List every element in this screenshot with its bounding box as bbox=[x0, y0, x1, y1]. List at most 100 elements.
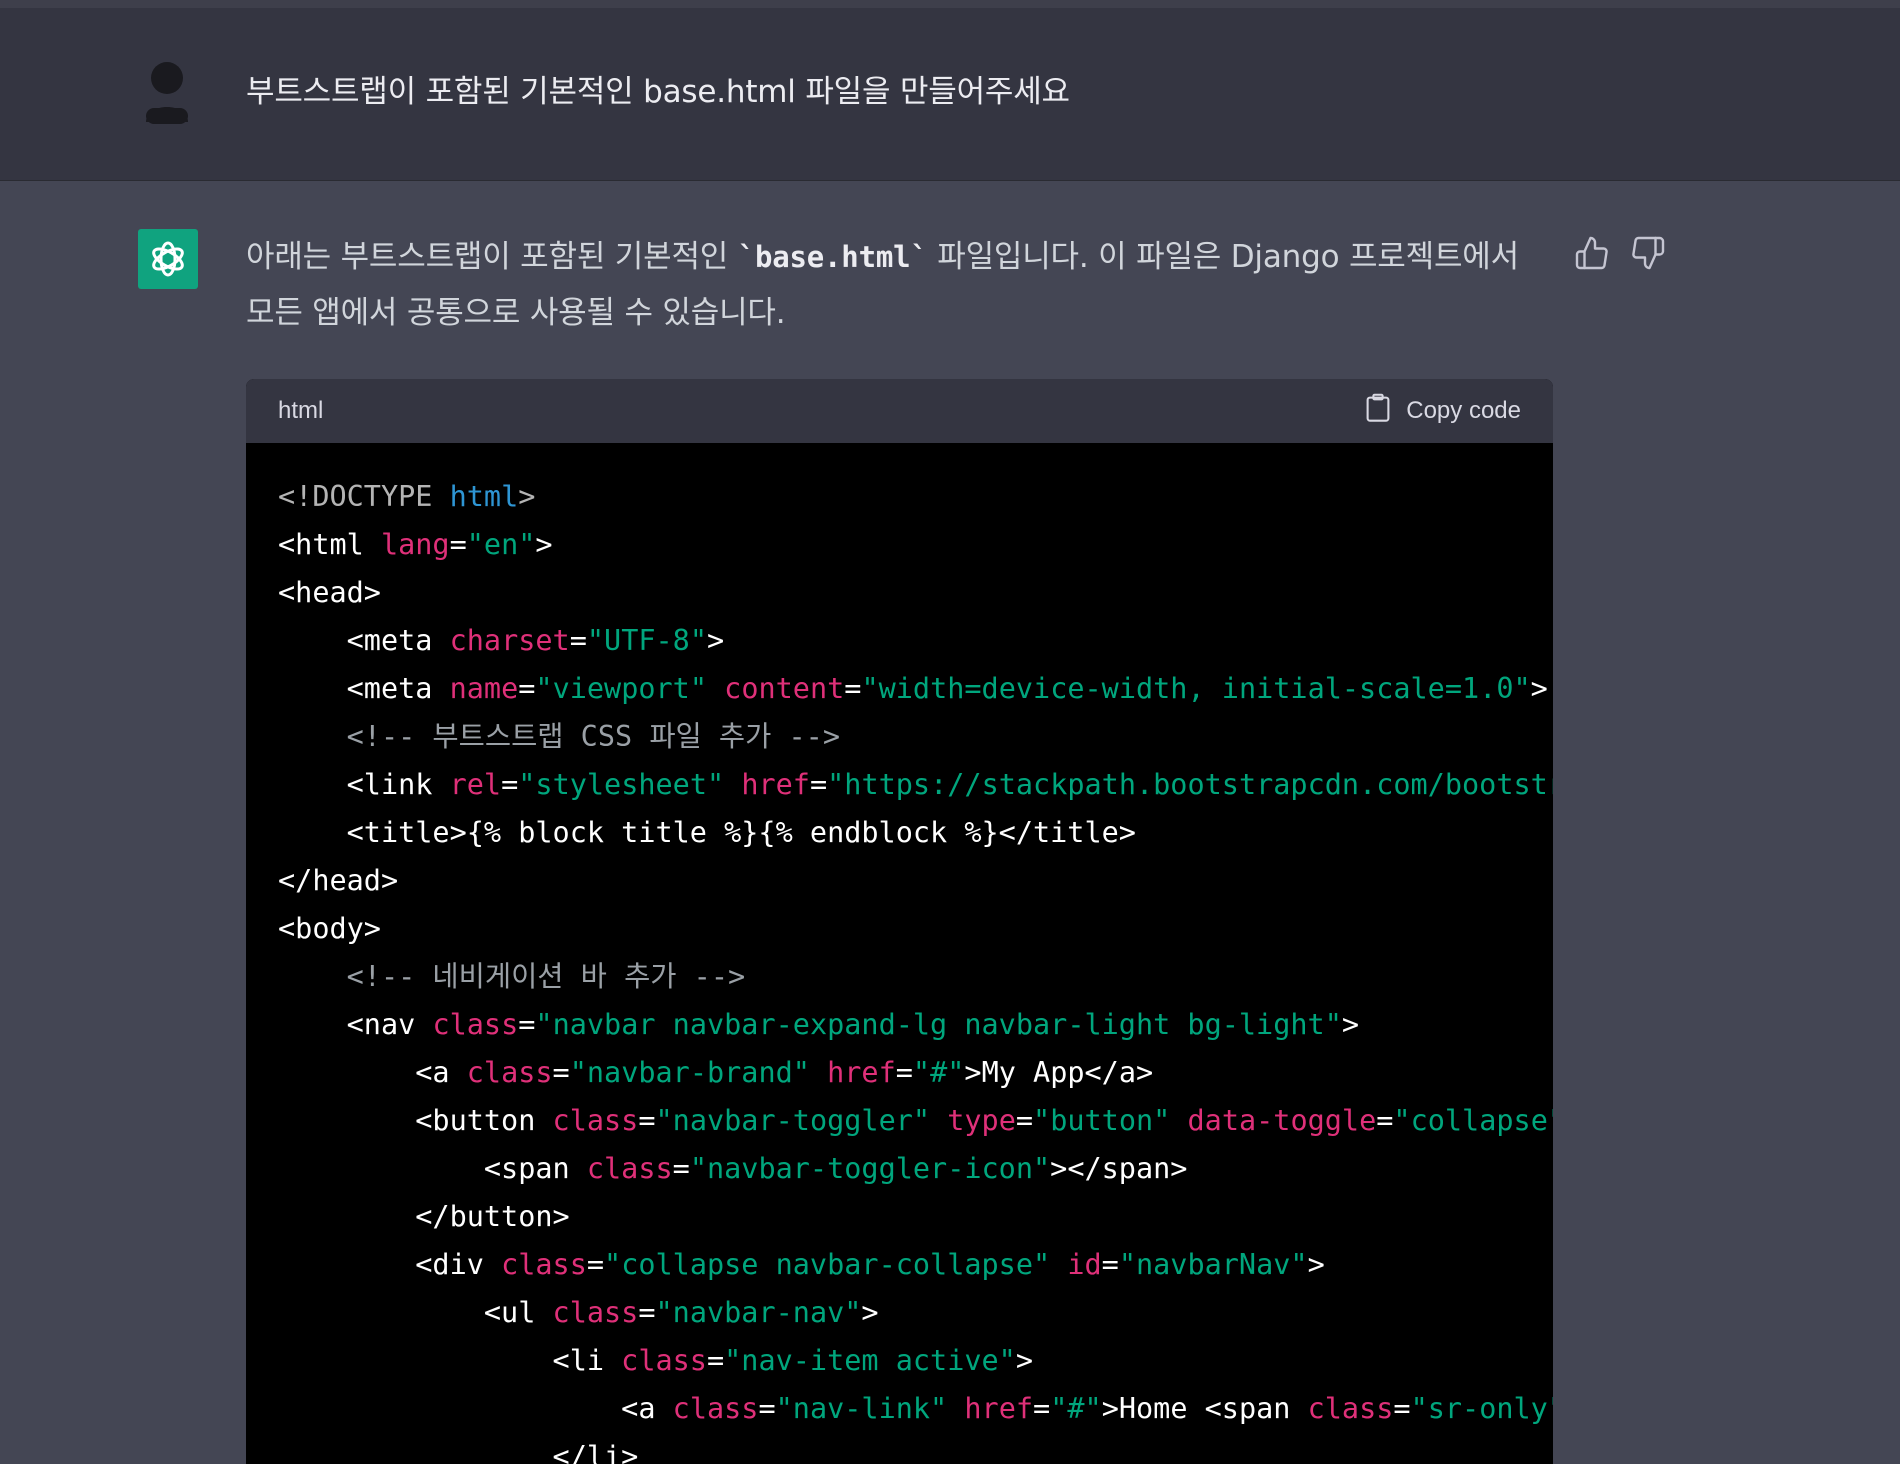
top-border-bar bbox=[0, 0, 1900, 8]
code-token-text: </head> bbox=[278, 864, 399, 897]
code-token-str: "navbar-toggler-icon" bbox=[689, 1152, 1051, 1185]
code-token-attr: class bbox=[672, 1392, 759, 1425]
code-block: html Copy code <!DOCTYPE html> <html lang… bbox=[246, 379, 1553, 1464]
code-token-text: <link bbox=[278, 768, 450, 801]
thumbs-down-icon[interactable] bbox=[1630, 235, 1666, 271]
user-avatar-icon bbox=[144, 60, 190, 124]
user-message-row: 부트스트랩이 포함된 기본적인 base.html 파일을 만들어주세요 bbox=[0, 8, 1900, 181]
code-block-header: html Copy code bbox=[246, 379, 1553, 443]
code-token-text: > bbox=[1015, 1344, 1034, 1377]
code-token-text: <span bbox=[278, 1152, 587, 1185]
code-line: </button> bbox=[278, 1193, 1521, 1241]
code-line: <meta name="viewport" content="width=dev… bbox=[278, 665, 1548, 713]
code-token-attr: class bbox=[621, 1344, 707, 1377]
code-token-text: >Home <span bbox=[1101, 1392, 1308, 1425]
code-token-text: = bbox=[449, 528, 467, 561]
code-token-text: <button bbox=[278, 1104, 553, 1137]
code-token-str: "nav-link" bbox=[775, 1392, 948, 1425]
code-line: </li> bbox=[278, 1433, 1521, 1464]
code-token-str: "navbarNav" bbox=[1118, 1248, 1308, 1281]
code-token-str: "navbar navbar-expand-lg navbar-light bg… bbox=[535, 1008, 1342, 1041]
code-token-text: <div bbox=[278, 1248, 502, 1281]
code-token-comment: <!-- 네비게이션 바 추가 --> bbox=[278, 960, 746, 993]
code-token-attr: charset bbox=[449, 624, 570, 657]
code-token-text: <meta bbox=[278, 672, 450, 705]
code-token-text: = bbox=[1101, 1248, 1119, 1281]
code-token-text: = bbox=[895, 1056, 913, 1089]
code-line: <ul class="navbar-nav"> bbox=[278, 1289, 1521, 1337]
code-token-str: "collapse" bbox=[1393, 1104, 1553, 1137]
code-line: <!-- 부트스트랩 CSS 파일 추가 --> bbox=[278, 713, 1521, 761]
code-language-label: html bbox=[278, 397, 324, 424]
code-token-text: = bbox=[1015, 1104, 1034, 1137]
code-token-attr: class bbox=[552, 1296, 639, 1329]
copy-code-label: Copy code bbox=[1406, 397, 1521, 424]
code-token-text: = bbox=[638, 1104, 656, 1137]
code-token-str: "nav-item active" bbox=[724, 1344, 1016, 1377]
code-token-str: "stylesheet" bbox=[518, 768, 725, 801]
code-token-str: "width=device-width, initial-scale=1.0" bbox=[861, 672, 1531, 705]
code-token-text: > bbox=[535, 528, 553, 561]
code-token-text: <body> bbox=[278, 912, 381, 945]
code-token-str: "navbar-nav" bbox=[655, 1296, 862, 1329]
code-token-doctype: > bbox=[518, 480, 536, 513]
code-token-attr: name bbox=[449, 672, 519, 705]
code-line: <link rel="stylesheet" href="https://sta… bbox=[278, 761, 1553, 809]
code-token-text: = bbox=[844, 672, 862, 705]
code-token-str: "navbar-toggler" bbox=[655, 1104, 931, 1137]
code-line: <button class="navbar-toggler" type="but… bbox=[278, 1097, 1553, 1145]
code-token-text: = bbox=[638, 1296, 656, 1329]
code-token-str: "en" bbox=[466, 528, 536, 561]
code-token-text: > bbox=[1341, 1008, 1360, 1041]
code-token-text: = bbox=[1393, 1392, 1411, 1425]
code-token-attr: href bbox=[827, 1056, 896, 1089]
copy-code-button[interactable]: Copy code bbox=[1364, 393, 1521, 430]
code-token-text: </button> bbox=[278, 1200, 570, 1233]
code-token-attr: href bbox=[741, 768, 810, 801]
code-token-attr: class bbox=[552, 1104, 639, 1137]
code-token-text: <a bbox=[278, 1056, 467, 1089]
code-token-text: = bbox=[518, 672, 536, 705]
code-token-text: </li> bbox=[278, 1440, 639, 1464]
assistant-message-text: 아래는 부트스트랩이 포함된 기본적인 `base.html` 파일입니다. 이… bbox=[246, 229, 1546, 341]
code-token-comment: <!-- 부트스트랩 CSS 파일 추가 --> bbox=[278, 720, 840, 753]
thumbs-up-icon[interactable] bbox=[1574, 235, 1610, 271]
code-token-str: "https://stackpath.bootstrapcdn.com/boot… bbox=[827, 768, 1553, 801]
code-token-str: "button" bbox=[1033, 1104, 1171, 1137]
code-token-attr: href bbox=[964, 1392, 1034, 1425]
code-token-text: <a bbox=[278, 1392, 673, 1425]
code-token-text: = bbox=[586, 1248, 605, 1281]
code-token-str: "#" bbox=[1050, 1392, 1102, 1425]
code-token-attr: id bbox=[1067, 1248, 1102, 1281]
code-token-text: <ul bbox=[278, 1296, 553, 1329]
code-token-text: = bbox=[706, 1344, 725, 1377]
code-line: <body> bbox=[278, 905, 1521, 953]
code-token-attr: class bbox=[432, 1008, 519, 1041]
code-token-text: <nav bbox=[278, 1008, 433, 1041]
code-token-str: "sr-only" bbox=[1410, 1392, 1553, 1425]
code-line: <a class="navbar-brand" href="#">My App<… bbox=[278, 1049, 1521, 1097]
code-line: <!DOCTYPE html> bbox=[278, 473, 1521, 521]
inline-code: `base.html` bbox=[737, 240, 928, 274]
code-token-text: > bbox=[1530, 672, 1548, 705]
assistant-text-before: 아래는 부트스트랩이 포함된 기본적인 bbox=[246, 239, 738, 275]
code-token-attr: class bbox=[466, 1056, 553, 1089]
code-token-text: = bbox=[672, 1152, 690, 1185]
code-token-str: "#" bbox=[912, 1056, 965, 1089]
code-token-attr: data-toggle bbox=[1187, 1104, 1377, 1137]
code-token-text: > bbox=[861, 1296, 879, 1329]
code-token-text: <title>{% block title %}{% endblock %}</… bbox=[278, 816, 1136, 849]
code-token-text: = bbox=[552, 1056, 570, 1089]
code-token-str: "collapse navbar-collapse" bbox=[604, 1248, 1051, 1281]
code-line: <!-- 네비게이션 바 추가 --> bbox=[278, 953, 1521, 1001]
code-token-attr: class bbox=[501, 1248, 587, 1281]
code-content: <!DOCTYPE html> <html lang="en"> <head> <m… bbox=[246, 443, 1553, 1464]
code-token-text: <meta bbox=[278, 624, 450, 657]
code-line: <head> bbox=[278, 569, 1521, 617]
code-token-text: = bbox=[809, 768, 828, 801]
